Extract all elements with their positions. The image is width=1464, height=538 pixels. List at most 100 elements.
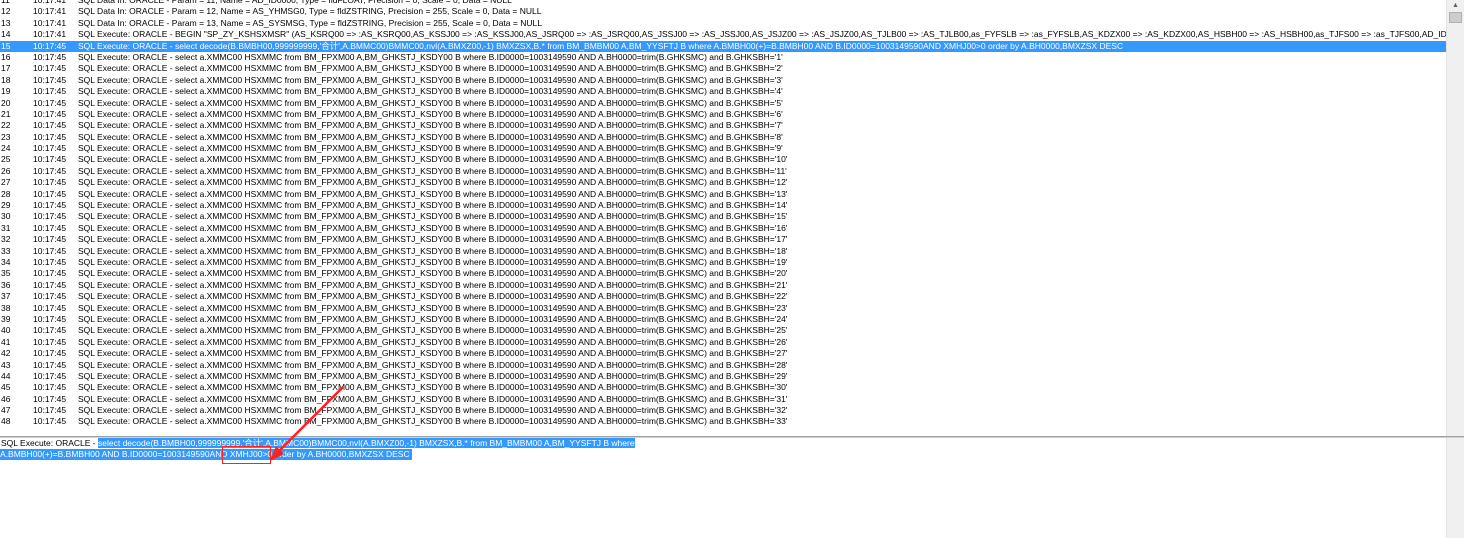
log-row-message: SQL Execute: ORACLE - select a.XMMC00 HS… (78, 268, 788, 279)
log-row-number: 22 (1, 120, 11, 131)
log-row[interactable]: 20 10:17:45 SQL Execute: ORACLE - select a… (0, 98, 1446, 109)
log-row-message: SQL Execute: ORACLE - select a.XMMC00 HS… (78, 313, 788, 324)
log-row-message: SQL Data In: ORACLE - Param = 13, Name =… (78, 17, 542, 28)
log-row[interactable]: 34 10:17:45 SQL Execute: ORACLE - select a… (0, 257, 1446, 268)
log-row[interactable]: 33 10:17:45 SQL Execute: ORACLE - select a… (0, 246, 1446, 257)
sql-detail-pane[interactable]: SQL Execute: ORACLE - select decode(B.BM… (0, 438, 1446, 538)
sql-log-list[interactable]: 11 10:17:41 SQL Data In: ORACLE - Param = … (0, 0, 1446, 428)
log-row-time: 10:17:45 (33, 416, 67, 427)
log-row[interactable]: 17 10:17:45 SQL Execute: ORACLE - select a… (0, 63, 1446, 74)
log-row-message: SQL Execute: ORACLE - select a.XMMC00 HS… (78, 279, 788, 290)
log-row[interactable]: 19 10:17:45 SQL Execute: ORACLE - select a… (0, 86, 1446, 97)
log-row-message: SQL Execute: ORACLE - select a.XMMC00 HS… (78, 393, 788, 404)
log-row-time: 10:17:45 (33, 382, 67, 393)
log-row[interactable]: 38 10:17:45 SQL Execute: ORACLE - select a… (0, 303, 1446, 314)
log-row[interactable]: 46 10:17:45 SQL Execute: ORACLE - select a… (0, 394, 1446, 405)
log-row[interactable]: 22 10:17:45 SQL Execute: ORACLE - select a… (0, 120, 1446, 131)
detail-prefix: SQL Execute: ORACLE - (1, 438, 98, 448)
log-row-message: SQL Execute: ORACLE - select a.XMMC00 HS… (78, 86, 783, 97)
log-row[interactable]: 43 10:17:45 SQL Execute: ORACLE - select a… (0, 360, 1446, 371)
log-row-time: 10:17:45 (33, 63, 67, 74)
log-scrollbar-thumb[interactable] (1449, 12, 1462, 23)
log-row-time: 10:17:45 (33, 313, 67, 324)
log-row[interactable]: 18 10:17:45 SQL Execute: ORACLE - select a… (0, 75, 1446, 86)
log-row[interactable]: 29 10:17:45 SQL Execute: ORACLE - select a… (0, 200, 1446, 211)
detail-selected-text[interactable]: select decode(B.BMBH00,999999999,'合计',A.… (98, 438, 635, 448)
annotation-highlight-box (222, 446, 271, 464)
log-row[interactable]: 36 10:17:45 SQL Execute: ORACLE - select a… (0, 280, 1446, 291)
log-row-time: 10:17:45 (33, 359, 67, 370)
log-row-message: SQL Execute: ORACLE - select a.XMMC00 HS… (78, 143, 783, 154)
log-row-number: 42 (1, 348, 11, 359)
log-row-message: SQL Execute: ORACLE - select a.XMMC00 HS… (78, 405, 788, 416)
log-row-message: SQL Execute: ORACLE - select a.XMMC00 HS… (78, 256, 788, 267)
log-row-number: 47 (1, 405, 11, 416)
log-row-time: 10:17:45 (33, 211, 67, 222)
log-row[interactable]: 21 10:17:45 SQL Execute: ORACLE - select a… (0, 109, 1446, 120)
log-row[interactable]: 39 10:17:45 SQL Execute: ORACLE - select a… (0, 314, 1446, 325)
log-row[interactable]: 26 10:17:45 SQL Execute: ORACLE - select a… (0, 166, 1446, 177)
log-row-number: 20 (1, 97, 11, 108)
log-row[interactable]: 37 10:17:45 SQL Execute: ORACLE - select a… (0, 291, 1446, 302)
log-row[interactable]: 27 10:17:45 SQL Execute: ORACLE - select a… (0, 177, 1446, 188)
log-row-message: SQL Data In: ORACLE - Param = 12, Name =… (78, 6, 542, 17)
log-row[interactable]: 42 10:17:45 SQL Execute: ORACLE - select a… (0, 348, 1446, 359)
log-row-time: 10:17:45 (33, 131, 67, 142)
log-row-message: SQL Execute: ORACLE - select a.XMMC00 HS… (78, 416, 788, 427)
log-row-number: 45 (1, 382, 11, 393)
log-row[interactable]: 40 10:17:45 SQL Execute: ORACLE - select a… (0, 325, 1446, 336)
log-row-message: SQL Execute: ORACLE - select a.XMMC00 HS… (78, 177, 788, 188)
log-row-number: 33 (1, 245, 11, 256)
log-row[interactable]: 31 10:17:45 SQL Execute: ORACLE - select a… (0, 223, 1446, 234)
log-row-time: 10:17:41 (33, 29, 67, 40)
log-row-number: 48 (1, 416, 11, 427)
log-row-message: SQL Execute: ORACLE - select a.XMMC00 HS… (78, 120, 783, 131)
log-row[interactable]: 15 10:17:45 SQL Execute: ORACLE - select d… (0, 40, 1446, 52)
log-row-number: 26 (1, 165, 11, 176)
log-row-number: 34 (1, 256, 11, 267)
log-row-message: SQL Execute: ORACLE - select a.XMMC00 HS… (78, 370, 788, 381)
log-row-number: 25 (1, 154, 11, 165)
log-row-time: 10:17:45 (33, 97, 67, 108)
log-row-message: SQL Execute: ORACLE - select a.XMMC00 HS… (78, 97, 783, 108)
log-row-message: SQL Execute: ORACLE - BEGIN "SP_ZY_KSHSX… (78, 29, 1446, 40)
log-row-number: 14 (1, 29, 11, 40)
log-row-number: 17 (1, 63, 11, 74)
log-row-time: 10:17:45 (33, 154, 67, 165)
log-row[interactable]: 32 10:17:45 SQL Execute: ORACLE - select a… (0, 234, 1446, 245)
log-row-message: SQL Execute: ORACLE - select a.XMMC00 HS… (78, 154, 788, 165)
log-row-time: 10:17:45 (33, 302, 67, 313)
log-row[interactable]: 35 10:17:45 SQL Execute: ORACLE - select a… (0, 268, 1446, 279)
log-row-number: 23 (1, 131, 11, 142)
log-row[interactable]: 14 10:17:41 SQL Execute: ORACLE - BEGIN "S… (0, 29, 1446, 40)
log-row[interactable]: 12 10:17:41 SQL Data In: ORACLE - Param = … (0, 6, 1446, 17)
log-row-message: SQL Execute: ORACLE - select a.XMMC00 HS… (78, 108, 783, 119)
log-row[interactable]: 28 10:17:45 SQL Execute: ORACLE - select a… (0, 189, 1446, 200)
log-row[interactable]: 25 10:17:45 SQL Execute: ORACLE - select a… (0, 154, 1446, 165)
log-row-message: SQL Execute: ORACLE - select a.XMMC00 HS… (78, 188, 788, 199)
log-row-number: 36 (1, 279, 11, 290)
scroll-up-icon[interactable]: ▲ (1449, 0, 1462, 12)
log-row[interactable]: 44 10:17:45 SQL Execute: ORACLE - select a… (0, 371, 1446, 382)
detail-vertical-scrollbar[interactable] (1446, 438, 1464, 538)
log-row-number: 27 (1, 177, 11, 188)
sql-log-list-pane[interactable]: 11 10:17:41 SQL Data In: ORACLE - Param = … (0, 0, 1446, 436)
log-row[interactable]: 23 10:17:45 SQL Execute: ORACLE - select a… (0, 132, 1446, 143)
log-row[interactable]: 48 10:17:45 SQL Execute: ORACLE - select a… (0, 416, 1446, 427)
log-row[interactable]: 16 10:17:45 SQL Execute: ORACLE - select a… (0, 52, 1446, 63)
log-row[interactable]: 30 10:17:45 SQL Execute: ORACLE - select a… (0, 211, 1446, 222)
log-row-time: 10:17:45 (33, 393, 67, 404)
log-row-number: 13 (1, 17, 11, 28)
log-row[interactable]: 24 10:17:45 SQL Execute: ORACLE - select a… (0, 143, 1446, 154)
log-row[interactable]: 47 10:17:45 SQL Execute: ORACLE - select a… (0, 405, 1446, 416)
log-row-time: 10:17:45 (33, 120, 67, 131)
log-row[interactable]: 13 10:17:41 SQL Data In: ORACLE - Param = … (0, 18, 1446, 29)
log-row-message: SQL Execute: ORACLE - select a.XMMC00 HS… (78, 131, 783, 142)
detail-line-2[interactable]: A.BMBH00(+)=B.BMBH00 AND B.ID0000=100314… (0, 449, 412, 460)
log-row[interactable]: 41 10:17:45 SQL Execute: ORACLE - select a… (0, 337, 1446, 348)
log-vertical-scrollbar[interactable]: ▲ (1446, 0, 1464, 436)
log-row-time: 10:17:41 (33, 17, 67, 28)
log-row-time: 10:17:45 (33, 108, 67, 119)
log-row-message: SQL Execute: ORACLE - select a.XMMC00 HS… (78, 234, 788, 245)
log-row[interactable]: 45 10:17:45 SQL Execute: ORACLE - select a… (0, 382, 1446, 393)
